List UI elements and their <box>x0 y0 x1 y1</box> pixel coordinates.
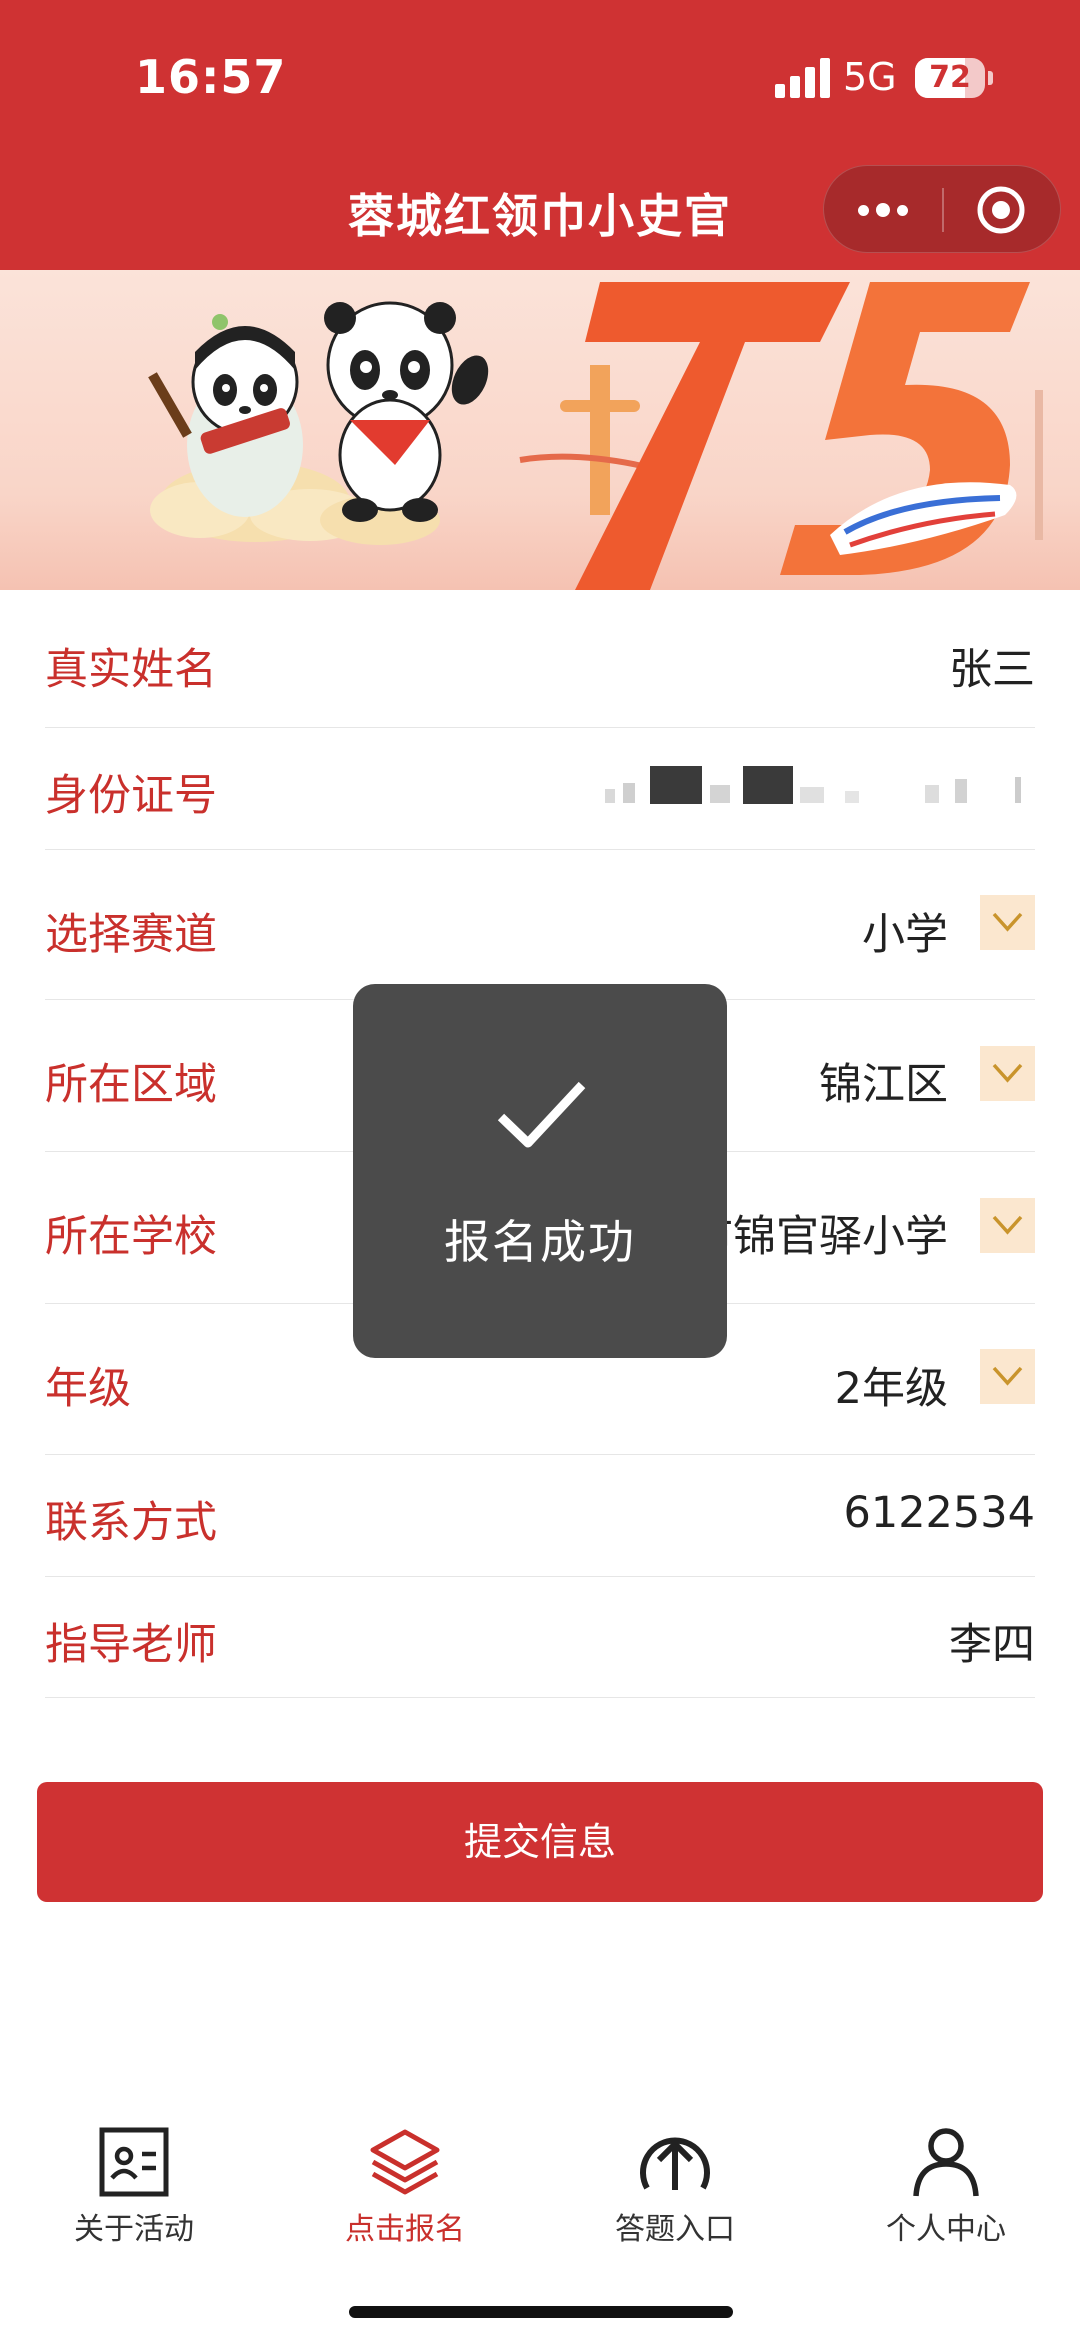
tab-label: 关于活动 <box>74 2212 194 2247</box>
upload-arrow-circle-icon <box>640 2137 710 2190</box>
status-time: 16:57 <box>135 50 287 104</box>
app-header: 16:57 5G 72 蓉城红领巾小史官 <box>0 0 1080 270</box>
more-dots-icon[interactable] <box>824 166 942 254</box>
success-toast: 报名成功 <box>353 984 727 1358</box>
panda-pioneer-illustration <box>324 301 489 522</box>
chevron-down-icon[interactable] <box>980 895 1035 950</box>
name-label: 真实姓名 <box>45 645 217 695</box>
name-row[interactable]: 真实姓名 张三 <box>45 590 1035 728</box>
bottom-tab-bar: 关于活动 点击报名 答题入口 个人中心 <box>0 2100 1080 2270</box>
chevron-down-icon[interactable] <box>980 1198 1035 1253</box>
school-select-value[interactable]: 市锦官驿小学 <box>690 1202 948 1264</box>
signal-icon <box>775 58 830 98</box>
district-select-value[interactable]: 锦江区 <box>819 1050 948 1112</box>
school-label: 所在学校 <box>45 1212 217 1262</box>
tab-personal-center[interactable]: 个人中心 <box>846 2100 1046 2270</box>
capsule-divider <box>942 188 944 232</box>
activity-banner <box>0 270 1080 590</box>
battery-level: 72 <box>929 60 971 95</box>
teacher-row[interactable]: 指导老师 李四 <box>45 1577 1035 1698</box>
submit-button[interactable]: 提交信息 <box>37 1782 1043 1902</box>
contact-field[interactable]: 6122534 <box>843 1488 1035 1538</box>
tab-label: 点击报名 <box>345 2212 465 2247</box>
grade-label: 年级 <box>45 1364 131 1414</box>
home-indicator <box>349 2306 733 2318</box>
grade-select-value[interactable]: 2年级 <box>835 1354 948 1416</box>
battery-cap <box>988 71 993 85</box>
banner-illustration <box>148 282 1043 590</box>
id-card-icon <box>99 2127 169 2197</box>
tab-quiz-entry[interactable]: 答题入口 <box>575 2100 775 2270</box>
id-number-row[interactable]: 身份证号 <box>45 728 1035 850</box>
checkmark-icon <box>497 1081 586 1148</box>
district-label: 所在区域 <box>45 1060 217 1110</box>
contact-label: 联系方式 <box>45 1498 217 1548</box>
tab-label: 答题入口 <box>615 2212 735 2247</box>
tab-about-activity[interactable]: 关于活动 <box>34 2100 234 2270</box>
id-number-field-masked[interactable] <box>595 761 1035 811</box>
anniversary-75-graphic <box>575 282 1030 590</box>
tab-register[interactable]: 点击报名 <box>305 2100 505 2270</box>
teacher-field[interactable]: 李四 <box>949 1610 1035 1672</box>
battery-icon: 72 <box>915 58 985 98</box>
person-icon <box>913 2128 979 2197</box>
contact-row[interactable]: 联系方式 6122534 <box>45 1455 1035 1577</box>
name-field[interactable]: 张三 <box>949 635 1035 697</box>
target-circle-icon[interactable] <box>976 185 1026 235</box>
track-label: 选择赛道 <box>45 910 217 960</box>
network-type: 5G <box>843 55 897 99</box>
teacher-label: 指导老师 <box>45 1620 217 1670</box>
layers-icon <box>370 2129 440 2195</box>
id-number-label: 身份证号 <box>45 771 217 821</box>
toast-message: 报名成功 <box>444 1215 636 1269</box>
mini-program-capsule <box>823 165 1061 253</box>
chevron-down-icon[interactable] <box>980 1349 1035 1404</box>
track-row[interactable]: 选择赛道 小学 <box>45 850 1035 1000</box>
chevron-down-icon[interactable] <box>980 1046 1035 1101</box>
tab-label: 个人中心 <box>886 2212 1006 2247</box>
track-select-value[interactable]: 小学 <box>862 900 948 962</box>
